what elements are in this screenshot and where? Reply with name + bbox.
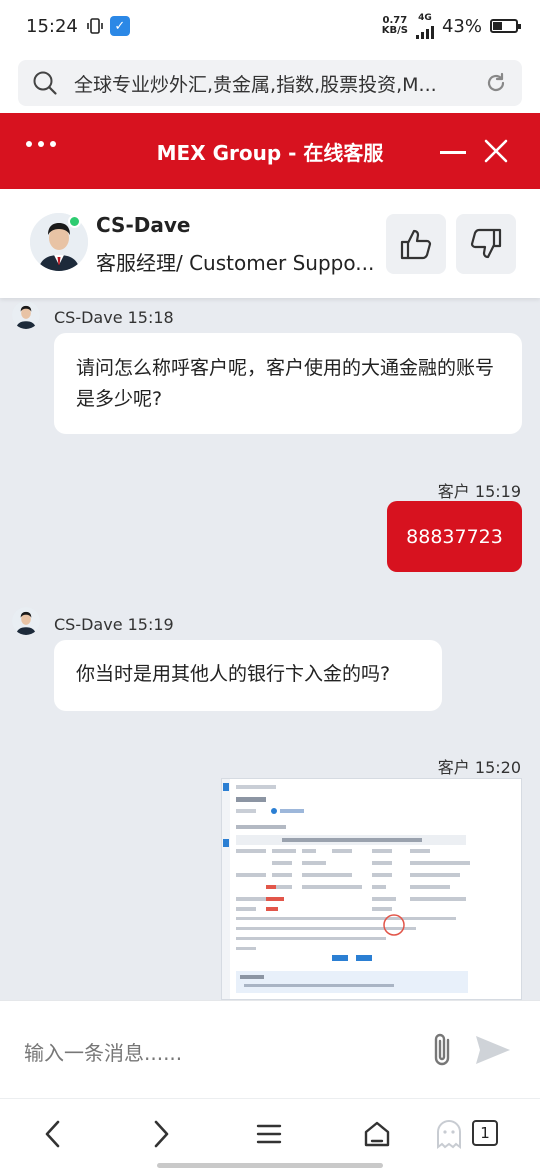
chat-header: MEX Group - 在线客服 xyxy=(0,113,540,189)
incognito-icon xyxy=(437,1120,461,1149)
thumbs-up-icon xyxy=(400,229,432,260)
agent-card: CS-Dave 客服经理/ Customer Suppo... xyxy=(0,189,540,298)
forward-arrow-icon xyxy=(154,1120,169,1148)
message-meta: 客户 15:19 xyxy=(437,482,521,501)
status-bar: 15:24 ✓ 0.77 KB/S 4G 43% xyxy=(0,0,540,52)
paperclip-icon[interactable] xyxy=(428,1031,458,1069)
agent-message-bubble: 你当时是用其他人的银行卞入金的吗? xyxy=(54,640,442,711)
send-icon[interactable] xyxy=(474,1034,512,1066)
home-indicator[interactable] xyxy=(157,1163,383,1168)
shield-icon: ✓ xyxy=(109,16,130,36)
network-type: 4G xyxy=(418,12,432,23)
search-icon xyxy=(33,71,57,95)
battery-percent: 43% xyxy=(441,15,482,37)
incognito-button[interactable] xyxy=(434,1119,464,1149)
agent-message-bubble: 请问怎么称呼客户呢，客户使用的大通金融的账号是多少呢? xyxy=(54,333,522,434)
screenshot-thumbnail xyxy=(222,779,521,999)
message-meta: 客户 15:20 xyxy=(437,758,521,777)
browser-bottom-nav xyxy=(0,1098,540,1170)
browser-menu-button[interactable] xyxy=(254,1119,284,1149)
home-button[interactable] xyxy=(362,1119,392,1149)
more-dots-icon[interactable] xyxy=(26,141,56,147)
net-speed-unit: KB/S xyxy=(381,25,408,36)
close-icon[interactable] xyxy=(482,137,510,165)
tab-count-button[interactable]: 1 xyxy=(472,1120,498,1146)
avatar xyxy=(12,301,40,329)
address-bar[interactable]: 全球专业炒外汇,贵金属,指数,股票投资,M... xyxy=(18,60,522,106)
vibrate-icon xyxy=(87,18,103,34)
net-speed: 0.77 KB/S xyxy=(382,16,408,36)
avatar xyxy=(12,607,40,635)
image-attachment[interactable] xyxy=(221,778,522,1000)
battery-fill xyxy=(493,22,503,30)
home-icon xyxy=(364,1121,390,1147)
thumbs-down-icon xyxy=(470,228,502,259)
signal-icon xyxy=(415,23,434,39)
thumbs-down-button[interactable] xyxy=(456,214,516,274)
status-time: 15:24 xyxy=(26,15,78,37)
user-message-bubble: 88837723 xyxy=(387,501,522,572)
agent-role: 客服经理/ Customer Suppo... xyxy=(96,251,375,275)
url-text[interactable]: 全球专业炒外汇,贵金属,指数,股票投资,M... xyxy=(74,70,484,97)
message-meta: CS-Dave 15:18 xyxy=(54,308,174,327)
hamburger-menu-icon xyxy=(256,1124,282,1144)
forward-button[interactable] xyxy=(146,1119,176,1149)
message-meta: CS-Dave 15:19 xyxy=(54,615,174,634)
minimize-icon[interactable] xyxy=(440,151,466,154)
signal-indicator: 4G xyxy=(415,12,434,39)
agent-name: CS-Dave xyxy=(96,213,191,237)
back-arrow-icon xyxy=(45,1120,60,1148)
chat-messages[interactable]: CS-Dave 15:18 请问怎么称呼客户呢，客户使用的大通金融的账号是多少呢… xyxy=(0,298,540,1000)
refresh-icon[interactable] xyxy=(484,71,508,95)
back-button[interactable] xyxy=(38,1119,68,1149)
message-composer: 输入一条消息...... xyxy=(0,1000,540,1098)
online-status-indicator xyxy=(68,215,81,228)
message-input[interactable]: 输入一条消息...... xyxy=(24,1037,182,1066)
battery-icon xyxy=(490,19,521,33)
thumbs-up-button[interactable] xyxy=(386,214,446,274)
